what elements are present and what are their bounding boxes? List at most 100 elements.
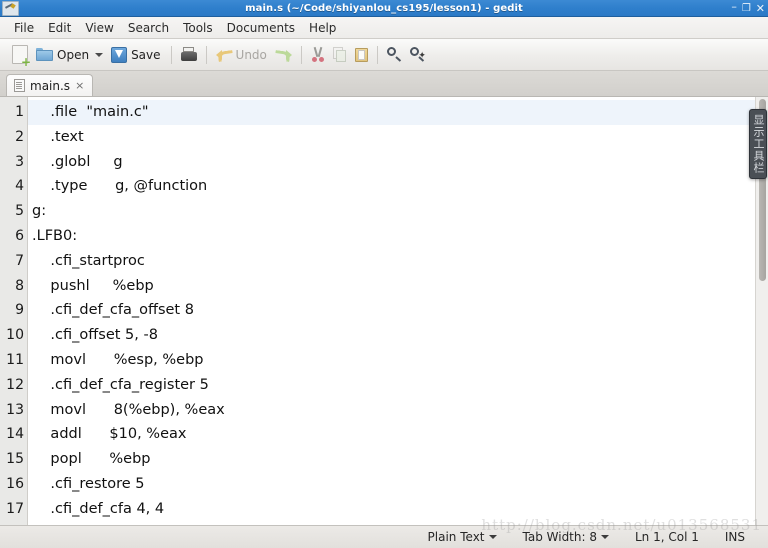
code-line[interactable]: .text bbox=[28, 125, 755, 150]
menu-tools[interactable]: Tools bbox=[176, 19, 220, 37]
code-line[interactable]: addl $10, %eax bbox=[28, 422, 755, 447]
language-selector[interactable]: Plain Text bbox=[415, 530, 510, 544]
menu-help[interactable]: Help bbox=[302, 19, 343, 37]
replace-button[interactable]: ✦ bbox=[406, 43, 429, 67]
line-number: 10 bbox=[6, 327, 24, 344]
copy-icon bbox=[332, 47, 347, 62]
undo-button-label: Undo bbox=[235, 47, 267, 62]
redo-arrow-icon bbox=[276, 48, 292, 61]
toolbar-separator-1 bbox=[170, 45, 172, 64]
print-button[interactable] bbox=[177, 43, 201, 67]
code-line[interactable]: popl %ebp bbox=[28, 447, 755, 472]
line-number: 12 bbox=[6, 376, 24, 393]
open-button[interactable]: Open bbox=[32, 43, 107, 67]
search-replace-icon: ✦ bbox=[409, 47, 426, 62]
menubar: File Edit View Search Tools Documents He… bbox=[0, 17, 768, 39]
code-line[interactable]: .cfi_offset 5, -8 bbox=[28, 323, 755, 348]
tab-strip: main.s × bbox=[0, 71, 768, 97]
code-line[interactable]: g: bbox=[28, 199, 755, 224]
line-number: 17 bbox=[6, 500, 24, 517]
code-text-area[interactable]: .file "main.c" .text .globl g .type g, @… bbox=[28, 97, 755, 525]
find-button[interactable] bbox=[383, 43, 406, 67]
cursor-position: Ln 1, Col 1 bbox=[622, 530, 712, 544]
line-number: 13 bbox=[6, 401, 24, 418]
scissors-icon bbox=[311, 47, 325, 62]
code-line[interactable]: .file "main.c" bbox=[28, 100, 755, 125]
toolbar-separator-2 bbox=[205, 45, 207, 64]
chevron-down-icon[interactable] bbox=[488, 535, 497, 539]
line-number: 6 bbox=[15, 227, 24, 244]
cut-button[interactable] bbox=[307, 43, 329, 67]
undo-arrow-icon bbox=[215, 48, 232, 61]
chevron-down-icon[interactable] bbox=[95, 52, 104, 57]
toolbar-separator-3 bbox=[300, 45, 302, 64]
code-line[interactable]: .LFB0: bbox=[28, 224, 755, 249]
line-number: 4 bbox=[15, 178, 24, 195]
tab-close-icon[interactable]: × bbox=[75, 80, 84, 91]
show-toolbar-tooltip: 显示工具栏 bbox=[749, 109, 767, 179]
code-line[interactable]: .cfi_startproc bbox=[28, 249, 755, 274]
code-line[interactable] bbox=[28, 522, 755, 525]
document-icon bbox=[14, 79, 25, 92]
folder-open-icon bbox=[36, 48, 53, 61]
code-line[interactable]: .globl g bbox=[28, 150, 755, 175]
menu-file[interactable]: File bbox=[7, 19, 41, 37]
code-line[interactable]: .cfi_def_cfa_register 5 bbox=[28, 373, 755, 398]
new-document-button[interactable] bbox=[8, 43, 32, 68]
copy-button[interactable] bbox=[329, 43, 351, 67]
code-line[interactable]: movl 8(%ebp), %eax bbox=[28, 398, 755, 423]
window-title: main.s (~/Code/shiyanlou_cs195/lesson1) … bbox=[245, 2, 523, 14]
clipboard-paste-icon bbox=[354, 47, 368, 62]
code-line[interactable]: .cfi_restore 5 bbox=[28, 472, 755, 497]
line-number: 14 bbox=[6, 426, 24, 443]
code-line[interactable]: .cfi_def_cfa_offset 8 bbox=[28, 298, 755, 323]
tab-label: main.s bbox=[30, 78, 71, 93]
code-line[interactable]: movl %esp, %ebp bbox=[28, 348, 755, 373]
line-number-gutter: 1 2 3 4 5 6 7 8 9 10 11 12 13 14 15 16 1… bbox=[0, 97, 28, 525]
editor-area: 1 2 3 4 5 6 7 8 9 10 11 12 13 14 15 16 1… bbox=[0, 97, 768, 526]
menu-view[interactable]: View bbox=[78, 19, 120, 37]
tab-width-selector[interactable]: Tab Width: 8 bbox=[510, 530, 622, 544]
line-number: 1 bbox=[15, 104, 24, 120]
menu-search[interactable]: Search bbox=[121, 19, 176, 37]
line-number: 7 bbox=[15, 252, 24, 269]
new-document-icon bbox=[12, 45, 31, 68]
maximize-icon[interactable]: ❐ bbox=[742, 3, 751, 13]
search-icon bbox=[386, 47, 402, 62]
line-number: 2 bbox=[15, 128, 24, 145]
save-button[interactable]: Save bbox=[107, 43, 165, 67]
tab-width-label: Tab Width: 8 bbox=[522, 530, 597, 544]
gedit-window: main.s (~/Code/shiyanlou_cs195/lesson1) … bbox=[0, 0, 768, 548]
line-number: 5 bbox=[15, 203, 24, 220]
undo-button[interactable]: Undo bbox=[212, 43, 272, 67]
window-controls: – ❐ ✕ bbox=[731, 1, 765, 14]
line-number: 9 bbox=[15, 302, 24, 319]
toolbar-separator-4 bbox=[376, 45, 378, 64]
menu-documents[interactable]: Documents bbox=[220, 19, 302, 37]
toolbar: Open Save Undo bbox=[0, 39, 768, 71]
code-line[interactable]: .type g, @function bbox=[28, 174, 755, 199]
close-icon[interactable]: ✕ bbox=[756, 3, 765, 14]
statusbar: Plain Text Tab Width: 8 Ln 1, Col 1 INS bbox=[0, 526, 768, 548]
language-label: Plain Text bbox=[427, 530, 485, 544]
line-number: 8 bbox=[15, 277, 24, 294]
line-number: 11 bbox=[6, 351, 24, 368]
chevron-down-icon[interactable] bbox=[600, 535, 609, 539]
gedit-app-icon bbox=[2, 0, 19, 16]
minimize-icon[interactable]: – bbox=[731, 1, 737, 12]
insert-mode-label: INS bbox=[724, 530, 745, 544]
menu-edit[interactable]: Edit bbox=[41, 19, 78, 37]
print-icon bbox=[180, 47, 197, 62]
line-number: 3 bbox=[15, 153, 24, 170]
window-titlebar: main.s (~/Code/shiyanlou_cs195/lesson1) … bbox=[0, 0, 768, 17]
paste-button[interactable] bbox=[351, 43, 372, 67]
code-line[interactable]: pushl %ebp bbox=[28, 274, 755, 299]
insert-mode-indicator: INS bbox=[712, 530, 758, 544]
code-line[interactable]: .cfi_def_cfa 4, 4 bbox=[28, 497, 755, 522]
cursor-position-label: Ln 1, Col 1 bbox=[634, 530, 699, 544]
save-button-label: Save bbox=[131, 47, 161, 62]
tab-main-s[interactable]: main.s × bbox=[6, 74, 94, 96]
redo-button[interactable] bbox=[272, 43, 296, 67]
line-number: 16 bbox=[6, 475, 24, 492]
open-button-label: Open bbox=[57, 47, 90, 62]
